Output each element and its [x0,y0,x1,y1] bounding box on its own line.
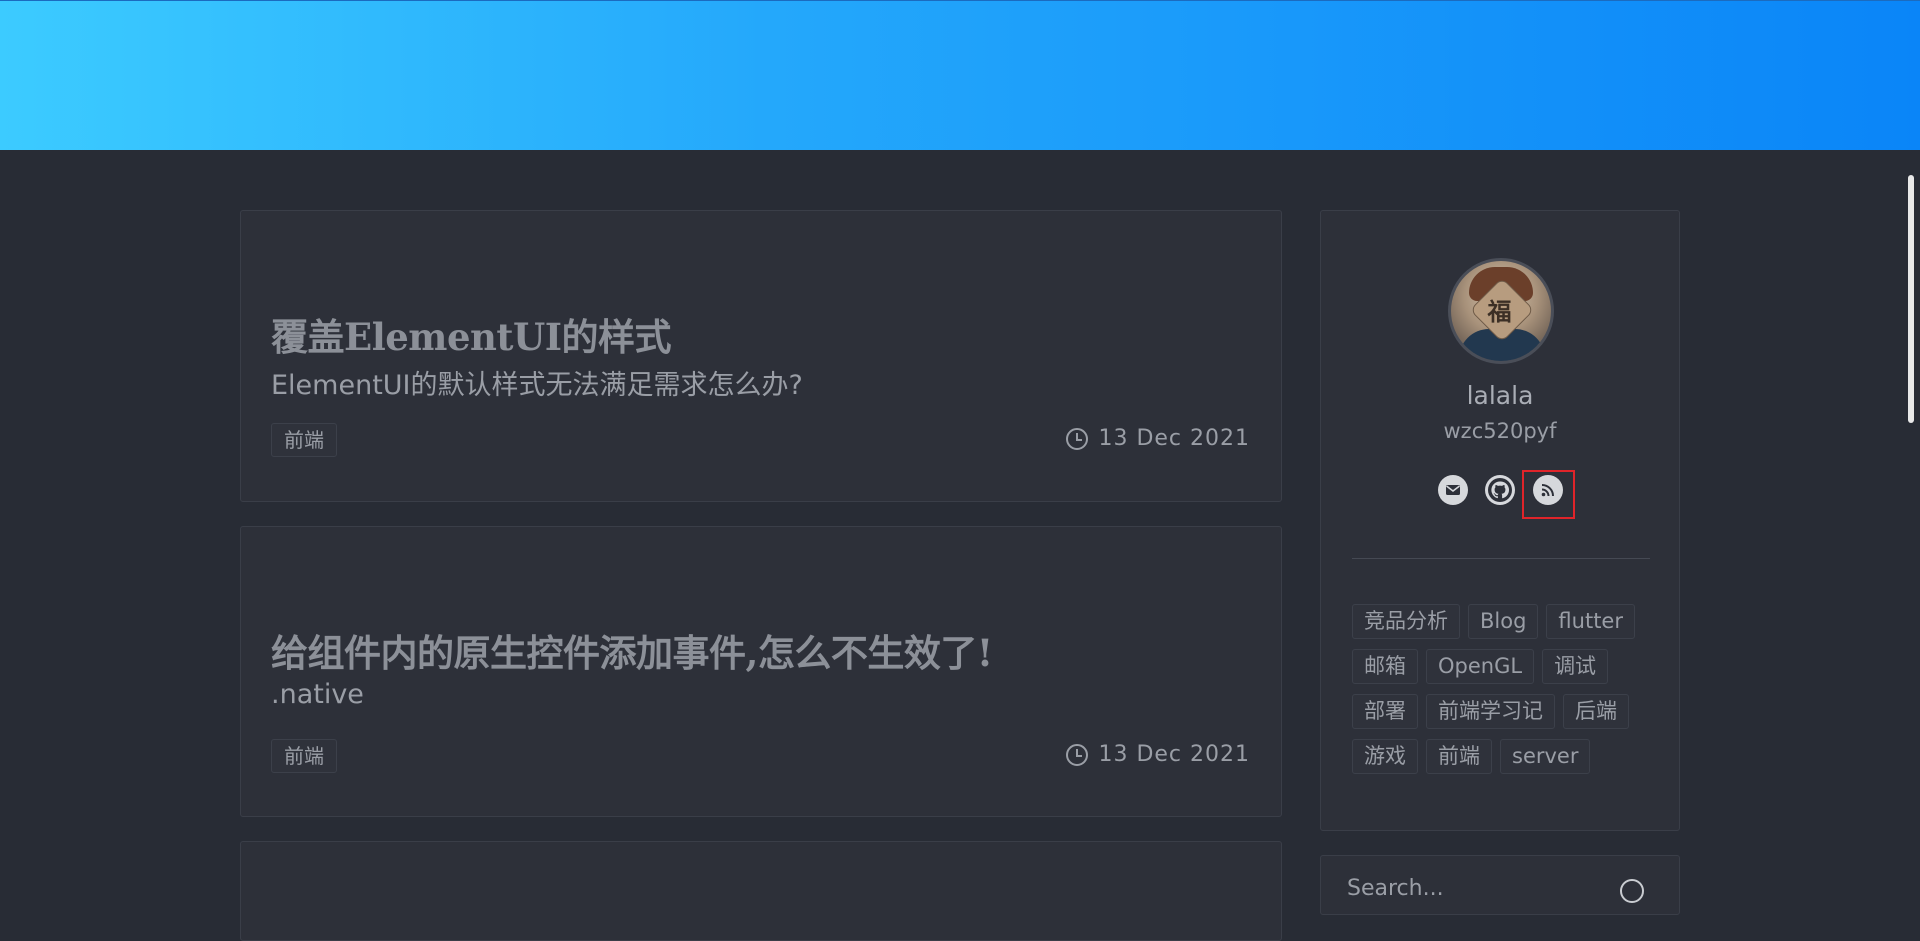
profile-card: 福 lalala wzc520pyf 竞品分析 Blog flutter 邮箱 … [1320,210,1680,831]
header-banner [0,0,1920,150]
tag-item[interactable]: server [1500,739,1591,774]
post-date-text: 13 Dec 2021 [1098,742,1250,767]
rss-icon[interactable] [1533,475,1563,505]
tag-cloud: 竞品分析 Blog flutter 邮箱 OpenGL 调试 部署 前端学习记 … [1352,604,1652,774]
tag-item[interactable]: Blog [1468,604,1539,639]
search-icon[interactable] [1620,879,1644,903]
post-card[interactable] [240,841,1282,941]
clock-icon [1066,743,1089,766]
post-subtitle: .native [271,679,364,710]
tag-item[interactable]: 前端 [1426,739,1492,774]
tag-item[interactable]: 竞品分析 [1352,604,1460,639]
tag-item[interactable]: 部署 [1352,694,1418,729]
email-icon[interactable] [1438,475,1468,505]
avatar[interactable]: 福 [1448,258,1554,364]
divider [1352,558,1650,559]
post-title[interactable]: 给组件内的原生控件添加事件,怎么不生效了! [271,623,993,677]
search-card [1320,855,1680,915]
tag-item[interactable]: 后端 [1563,694,1629,729]
clock-icon [1066,427,1089,450]
github-icon[interactable] [1485,475,1515,505]
scrollbar-thumb[interactable] [1908,175,1914,423]
tag-item[interactable]: OpenGL [1426,649,1535,684]
tag-item[interactable]: 前端学习记 [1426,694,1555,729]
tag-item[interactable]: flutter [1546,604,1635,639]
post-card[interactable]: 覆盖ElementUI的样式 ElementUI的默认样式无法满足需求怎么办? … [240,210,1282,502]
post-title[interactable]: 覆盖ElementUI的样式 [271,307,672,361]
post-subtitle: ElementUI的默认样式无法满足需求怎么办? [271,370,803,401]
post-date: 13 Dec 2021 [1066,426,1250,451]
post-date-text: 13 Dec 2021 [1098,426,1250,451]
post-tag[interactable]: 前端 [271,739,337,773]
tag-item[interactable]: 游戏 [1352,739,1418,774]
tag-item[interactable]: 调试 [1542,649,1609,684]
post-date: 13 Dec 2021 [1066,742,1250,767]
post-tag[interactable]: 前端 [271,423,337,457]
profile-handle: wzc520pyf [1443,419,1557,443]
tag-item[interactable]: 邮箱 [1352,649,1418,684]
search-input[interactable] [1347,872,1607,904]
post-card[interactable]: 给组件内的原生控件添加事件,怎么不生效了! .native 前端 13 Dec … [240,526,1282,817]
profile-name: lalala [1466,381,1534,410]
